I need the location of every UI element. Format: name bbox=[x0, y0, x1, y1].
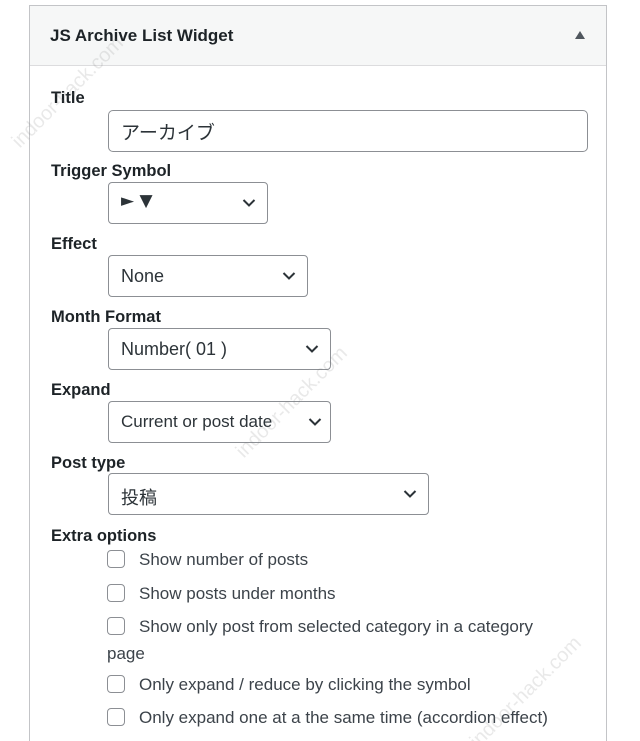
trigger-symbol-label: Trigger Symbol bbox=[51, 162, 172, 180]
option-label: Show posts under months bbox=[139, 584, 336, 603]
title-input[interactable] bbox=[108, 110, 588, 152]
post-type-value: 投稿 bbox=[121, 488, 157, 509]
widget-header[interactable]: JS Archive List Widget bbox=[30, 6, 606, 66]
checkbox[interactable] bbox=[107, 617, 125, 635]
chevron-down-icon bbox=[308, 418, 322, 426]
option-label: Show only post from selected category in… bbox=[139, 617, 534, 636]
post-type-label: Post type bbox=[51, 454, 126, 472]
post-type-select[interactable]: 投稿 bbox=[108, 473, 429, 515]
chevron-down-icon bbox=[305, 345, 319, 353]
checkbox[interactable] bbox=[107, 584, 125, 602]
effect-value: None bbox=[121, 266, 165, 286]
option-label: Show number of posts bbox=[139, 550, 309, 569]
chevron-down-icon bbox=[282, 272, 296, 280]
effect-label: Effect bbox=[51, 235, 97, 253]
checkbox[interactable] bbox=[107, 550, 125, 568]
trigger-symbol-select[interactable]: ► ▼ bbox=[108, 182, 268, 224]
option-label: Only expand / reduce by clicking the sym… bbox=[139, 675, 471, 694]
month-format-label: Month Format bbox=[51, 308, 161, 326]
collapse-arrow-icon[interactable] bbox=[574, 30, 586, 40]
checkbox[interactable] bbox=[107, 675, 125, 693]
checkbox[interactable] bbox=[107, 708, 125, 726]
expand-label: Expand bbox=[51, 381, 111, 399]
trigger-symbol-value: ► ▼ bbox=[121, 191, 153, 211]
title-label: Title bbox=[51, 89, 85, 107]
expand-select[interactable]: Current or post date bbox=[108, 401, 331, 443]
month-format-select[interactable]: Number( 01 ) bbox=[108, 328, 331, 370]
effect-select[interactable]: None bbox=[108, 255, 308, 297]
option-label-continuation: page bbox=[107, 644, 145, 664]
chevron-down-icon bbox=[403, 490, 417, 498]
archive-widget-panel: JS Archive List Widget Title Trigger Sym… bbox=[29, 5, 607, 741]
month-format-value: Number( 01 ) bbox=[121, 339, 228, 359]
chevron-down-icon bbox=[242, 199, 256, 207]
expand-value: Current or post date bbox=[121, 412, 273, 431]
option-label: Only expand one at a the same time (acco… bbox=[139, 708, 548, 727]
option-label-cont: page bbox=[107, 644, 145, 663]
extra-options-label: Extra options bbox=[51, 527, 157, 545]
page: JS Archive List Widget Title Trigger Sym… bbox=[0, 0, 640, 741]
widget-title: JS Archive List Widget bbox=[50, 26, 234, 45]
